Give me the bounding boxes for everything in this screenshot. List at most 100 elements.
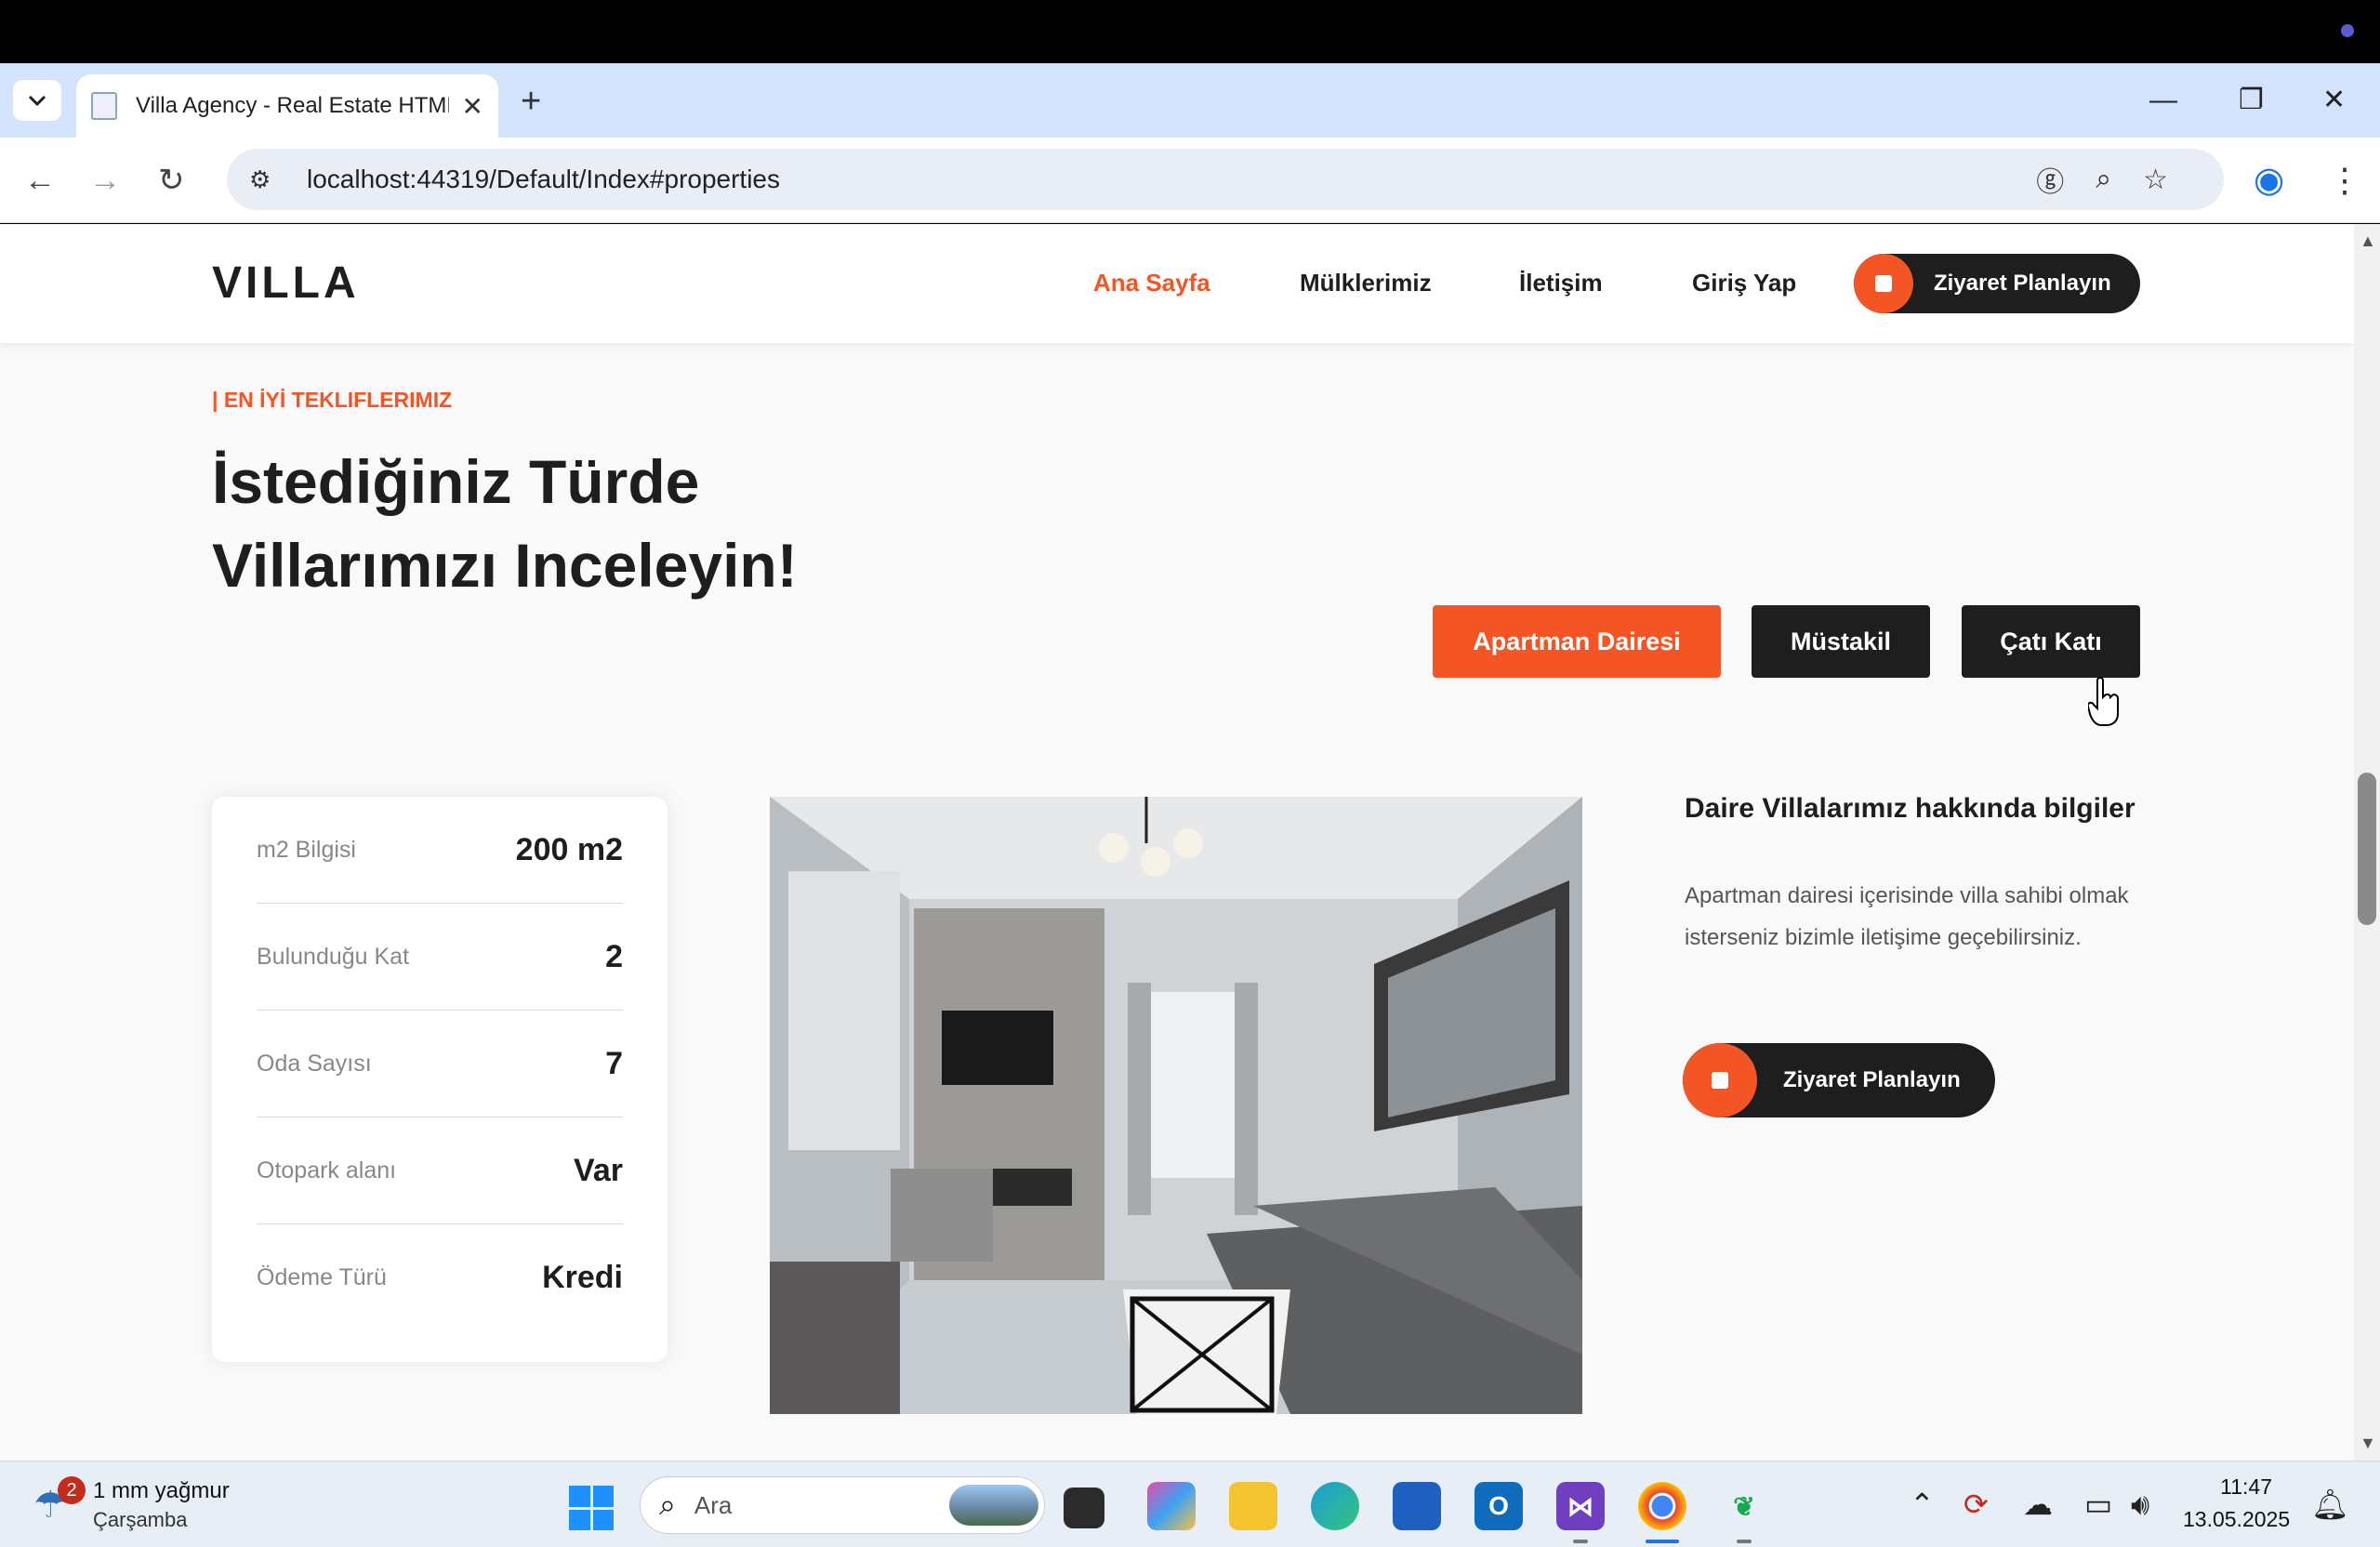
- active-app-indicator: [1646, 1540, 1679, 1543]
- running-indicator: [1573, 1540, 1588, 1543]
- tab-close-icon[interactable]: ✕: [462, 91, 483, 122]
- onedrive-cloud-icon[interactable]: ☁: [2023, 1486, 2053, 1523]
- sync-icon[interactable]: ⟳: [1964, 1486, 1989, 1523]
- search-highlight-image: [949, 1485, 1038, 1526]
- nav-contact[interactable]: İletişim: [1519, 269, 1603, 298]
- filter-apartment-button[interactable]: Apartman Dairesi: [1433, 605, 1721, 678]
- visual-studio-icon[interactable]: ⋈: [1556, 1482, 1605, 1530]
- status-dot: [2341, 24, 2354, 37]
- hand-cursor-icon: [2088, 677, 2119, 726]
- network-icon[interactable]: ▭: [2084, 1486, 2112, 1523]
- weather-condition: 1 mm yağmur: [93, 1478, 230, 1503]
- tray-chevron-up-icon[interactable]: ⌃: [1910, 1486, 1935, 1523]
- browser-tabstrip: Villa Agency - Real Estate HTML ✕ + — ❐ …: [0, 63, 2380, 138]
- scrollbar-thumb[interactable]: [2358, 773, 2376, 925]
- nav-login[interactable]: Giriş Yap: [1692, 269, 1796, 298]
- edge-icon[interactable]: [1311, 1482, 1359, 1530]
- detail-row: m2 Bilgisi 200 m2: [257, 797, 623, 904]
- detail-value: 2: [605, 938, 623, 974]
- header-schedule-label: Ziyaret Planlayın: [1934, 271, 2111, 296]
- detail-label: Oda Sayısı: [257, 1050, 372, 1077]
- chevron-down-icon: [28, 95, 46, 107]
- weather-badge: 2: [58, 1476, 86, 1504]
- tab-search-button[interactable]: [13, 80, 61, 121]
- translate-icon[interactable]: ⓖ: [2036, 159, 2064, 200]
- forward-arrow-icon[interactable]: →: [89, 158, 121, 203]
- address-bar[interactable]: ⚙ localhost:44319/Default/Index#properti…: [227, 149, 2224, 210]
- detail-label: m2 Bilgisi: [257, 836, 356, 863]
- detail-value: 200 m2: [515, 831, 623, 867]
- info-schedule-label: Ziyaret Planlayın: [1783, 1067, 1961, 1092]
- notification-bell-icon[interactable]: 🔔︎: [2311, 1486, 2349, 1523]
- detail-value: Var: [574, 1152, 623, 1188]
- detail-label: Otopark alanı: [257, 1157, 397, 1183]
- more-menu-icon[interactable]: ⋮: [2328, 158, 2361, 203]
- close-window-button[interactable]: ✕: [2322, 82, 2346, 119]
- browser-tab-active[interactable]: Villa Agency - Real Estate HTML ✕: [76, 74, 498, 138]
- site-info-icon[interactable]: ⚙: [249, 165, 277, 193]
- nav-properties[interactable]: Mülklerimiz: [1300, 269, 1432, 298]
- taskbar-search[interactable]: ⌕ Ara: [640, 1476, 1045, 1534]
- task-view-icon[interactable]: [1064, 1488, 1104, 1528]
- site-logo[interactable]: VILLA: [212, 258, 360, 309]
- taskbar-search-placeholder: Ara: [694, 1490, 733, 1519]
- url-text: localhost:44319/Default/Index#properties: [307, 165, 781, 193]
- search-icon: ⌕: [659, 1488, 676, 1521]
- web-page: VILLA Ana Sayfa Mülklerimiz İletişim Gir…: [0, 224, 2354, 1461]
- chrome-icon[interactable]: [1638, 1482, 1686, 1530]
- info-title: Daire Villalarımız hakkında bilgiler: [1685, 793, 2135, 824]
- outlook-icon[interactable]: O: [1474, 1482, 1523, 1530]
- scroll-down-icon[interactable]: ▼: [2360, 1434, 2376, 1453]
- detail-row: Bulunduğu Kat 2: [257, 904, 623, 1011]
- header-schedule-visit-button[interactable]: Ziyaret Planlayın: [1854, 254, 2140, 313]
- filter-penthouse-button[interactable]: Çatı Katı: [1962, 605, 2140, 678]
- restore-button[interactable]: ❐: [2239, 82, 2264, 119]
- windows-start-icon[interactable]: [569, 1486, 614, 1530]
- new-tab-button[interactable]: +: [521, 84, 541, 119]
- volume-icon[interactable]: 🔊︎: [2131, 1486, 2149, 1523]
- zoom-icon[interactable]: ⌕: [2096, 164, 2111, 195]
- reload-icon[interactable]: ↻: [158, 158, 185, 203]
- page-scrollbar[interactable]: ▲ ▼: [2354, 224, 2380, 1461]
- info-schedule-visit-button[interactable]: Ziyaret Planlayın: [1683, 1043, 1995, 1117]
- page-favicon-icon: [91, 92, 117, 120]
- detail-value: Kredi: [542, 1260, 623, 1295]
- top-bar: [0, 0, 2380, 63]
- store-icon[interactable]: [1393, 1482, 1441, 1530]
- detail-label: Bulunduğu Kat: [257, 943, 410, 970]
- site-header: VILLA Ana Sayfa Mülklerimiz İletişim Gir…: [0, 224, 2354, 343]
- detail-row: Oda Sayısı 7: [257, 1011, 623, 1117]
- running-indicator: [1737, 1540, 1752, 1543]
- detail-label: Ödeme Türü: [257, 1264, 387, 1290]
- minimize-button[interactable]: —: [2149, 82, 2177, 119]
- clock-date: 13.05.2025: [2183, 1507, 2291, 1531]
- system-clock[interactable]: 11:47 13.05.2025: [2183, 1474, 2291, 1532]
- property-photo: [770, 797, 1582, 1414]
- file-explorer-icon[interactable]: [1229, 1482, 1277, 1530]
- calendar-icon: [1854, 254, 1913, 313]
- calendar-icon: [1683, 1043, 1757, 1117]
- clock-time: 11:47: [2220, 1474, 2272, 1499]
- tab-title: Villa Agency - Real Estate HTML: [136, 93, 449, 118]
- mongodb-icon[interactable]: ❦: [1720, 1482, 1768, 1530]
- filter-detached-button[interactable]: Müstakil: [1752, 605, 1930, 678]
- back-arrow-icon[interactable]: ←: [24, 158, 56, 203]
- detail-value: 7: [605, 1045, 623, 1081]
- scroll-up-icon[interactable]: ▲: [2360, 231, 2376, 251]
- info-text: Apartman dairesi içerisinde villa sahibi…: [1685, 883, 2129, 950]
- profile-icon[interactable]: ◉: [2254, 162, 2284, 199]
- browser-toolbar: ← → ↻ ⚙ localhost:44319/Default/Index#pr…: [0, 138, 2380, 223]
- section-eyebrow: | EN İYİ TEKLIFLERIMIZ: [212, 388, 453, 412]
- detail-row: Otopark alanı Var: [257, 1117, 623, 1224]
- bookmark-star-icon[interactable]: ☆: [2143, 164, 2168, 196]
- copilot-icon[interactable]: [1147, 1482, 1196, 1530]
- living-room-image: [770, 797, 1582, 1414]
- detail-row: Ödeme Türü Kredi: [257, 1224, 623, 1331]
- property-details-card: m2 Bilgisi 200 m2 Bulunduğu Kat 2 Oda Sa…: [212, 797, 668, 1362]
- section-headline: İstediğiniz Türde Villarımızı Inceleyin!: [212, 447, 798, 600]
- nav-home[interactable]: Ana Sayfa: [1093, 269, 1210, 298]
- umbrella-icon: ☂ 2: [33, 1476, 86, 1528]
- windows-taskbar: ☂ 2 1 mm yağmur Çarşamba ⌕ Ara O ⋈ ❦ ⌃ ⟳…: [0, 1461, 2380, 1547]
- weather-widget[interactable]: ☂ 2 1 mm yağmur Çarşamba: [33, 1476, 230, 1532]
- weather-day: Çarşamba: [93, 1508, 188, 1531]
